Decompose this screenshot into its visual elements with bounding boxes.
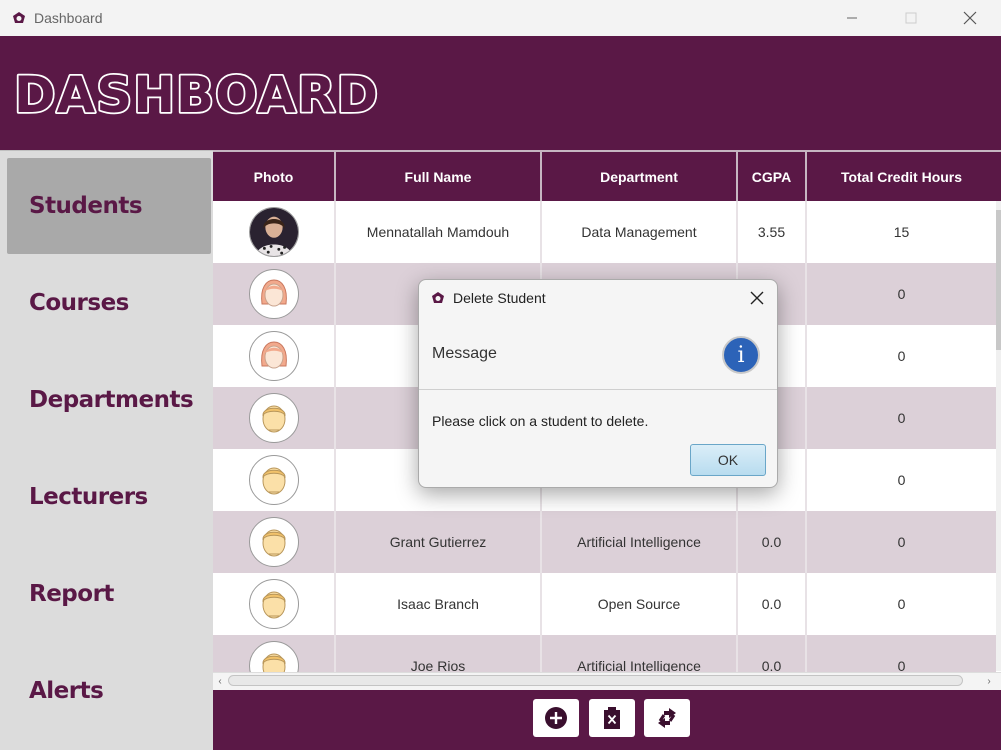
column-header-photo[interactable]: Photo	[213, 152, 336, 201]
credit-hours-cell: 0	[897, 472, 906, 488]
credit-hours-cell: 0	[897, 596, 906, 612]
column-header-credit-hours[interactable]: Total Credit Hours	[807, 152, 996, 201]
credit-hours-cell: 15	[893, 224, 910, 240]
cgpa-cell: 3.55	[738, 201, 807, 263]
table-row[interactable]: Isaac Branch Open Source 0.0 0	[213, 573, 996, 635]
photo-cell	[213, 387, 336, 449]
minimize-button[interactable]	[829, 0, 875, 36]
add-student-button[interactable]	[533, 699, 579, 737]
male-avatar-icon	[248, 455, 299, 505]
department-cell: Artificial Intelligence	[542, 511, 738, 573]
sidebar-item-lecturers[interactable]: Lecturers	[7, 449, 211, 545]
window-titlebar: Dashboard	[0, 0, 1001, 36]
dialog-titlebar: Delete Student	[419, 280, 777, 316]
swap-icon	[658, 708, 676, 728]
dialog-header: Message i	[419, 316, 777, 390]
close-icon	[750, 291, 764, 305]
male-avatar-icon	[248, 579, 299, 629]
dialog-message: Please click on a student to delete.	[432, 413, 649, 429]
sidebar-item-courses[interactable]: Courses	[7, 255, 211, 351]
delete-icon	[604, 707, 620, 729]
credit-hours-cell: 0	[897, 534, 906, 550]
scroll-left-icon[interactable]: ‹	[213, 672, 227, 690]
app-logo-icon	[13, 12, 25, 23]
cgpa-cell: 0.0	[738, 573, 807, 635]
photo-cell	[213, 325, 336, 387]
app-header: DASHBOARD	[0, 36, 1001, 150]
photo-cell	[213, 263, 336, 325]
horizontal-scrollbar-thumb[interactable]	[228, 675, 963, 686]
scroll-right-icon[interactable]: ›	[982, 672, 996, 690]
sidebar-item-departments[interactable]: Departments	[7, 352, 211, 448]
student-photo	[248, 207, 299, 257]
column-header-department[interactable]: Department	[542, 152, 738, 201]
sidebar-item-label: Departments	[29, 387, 194, 413]
delete-student-dialog: Delete Student Message i Please click on…	[418, 279, 778, 488]
cgpa-cell: 0.0	[738, 511, 807, 573]
minimize-icon	[847, 17, 857, 19]
photo-cell	[213, 449, 336, 511]
maximize-button[interactable]	[888, 0, 934, 36]
vertical-scrollbar-thumb[interactable]	[996, 210, 1001, 350]
close-icon	[963, 11, 977, 25]
dialog-close-button[interactable]	[747, 288, 767, 308]
app-logo-icon	[432, 292, 444, 303]
credit-hours-cell: 0	[897, 286, 906, 302]
column-header-cgpa[interactable]: CGPA	[738, 152, 807, 201]
name-cell: Isaac Branch	[336, 573, 542, 635]
table-header: Photo Full Name Department CGPA Total Cr…	[213, 150, 1001, 201]
window-title: Dashboard	[34, 10, 103, 26]
sidebar-item-students[interactable]: Students	[7, 158, 211, 254]
credit-hours-cell: 0	[897, 410, 906, 426]
dashboard-title-logo: DASHBOARD	[14, 64, 380, 124]
department-cell: Data Management	[542, 201, 738, 263]
male-avatar-icon	[248, 517, 299, 567]
name-cell: Mennatallah Mamdouh	[336, 201, 542, 263]
column-header-full-name[interactable]: Full Name	[336, 152, 542, 201]
female-avatar-icon	[248, 269, 299, 319]
male-avatar-icon	[248, 393, 299, 443]
ok-button[interactable]: OK	[690, 444, 766, 476]
info-icon: i	[722, 336, 760, 374]
delete-student-button[interactable]	[589, 699, 635, 737]
department-cell: Open Source	[542, 573, 738, 635]
sidebar-item-alerts[interactable]: Alerts	[7, 643, 211, 739]
maximize-icon	[905, 12, 917, 24]
photo-cell	[213, 511, 336, 573]
sidebar-item-label: Students	[29, 193, 143, 219]
page-title: DASHBOARD	[14, 66, 379, 124]
sidebar-item-label: Alerts	[29, 678, 104, 704]
table-row[interactable]: Mennatallah Mamdouh Data Management 3.55 15	[213, 201, 996, 263]
female-avatar-icon	[248, 331, 299, 381]
sidebar-item-report[interactable]: Report	[7, 546, 211, 642]
sidebar-item-label: Report	[29, 581, 114, 607]
close-window-button[interactable]	[947, 0, 993, 36]
dialog-title: Delete Student	[453, 290, 546, 306]
name-cell: Grant Gutierrez	[336, 511, 542, 573]
sidebar-item-label: Lecturers	[29, 484, 148, 510]
sidebar-item-label: Courses	[29, 290, 129, 316]
dialog-header-text: Message	[432, 345, 497, 362]
table-row[interactable]: Grant Gutierrez Artificial Intelligence 0.…	[213, 511, 996, 573]
photo-cell	[213, 573, 336, 635]
photo-cell	[213, 201, 336, 263]
add-icon	[545, 707, 567, 729]
update-student-button[interactable]	[644, 699, 690, 737]
credit-hours-cell: 0	[897, 348, 906, 364]
